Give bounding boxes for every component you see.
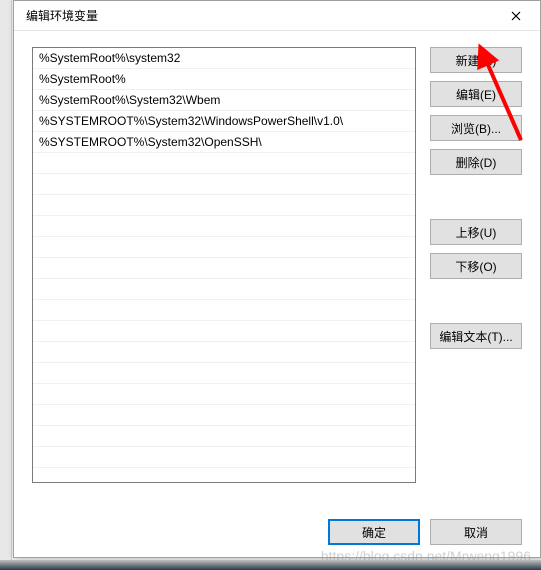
close-icon [511,11,521,21]
list-item[interactable]: %SystemRoot% [33,69,415,90]
path-listbox[interactable]: %SystemRoot%\system32 %SystemRoot% %Syst… [32,47,416,483]
list-item[interactable]: %SYSTEMROOT%\System32\OpenSSH\ [33,132,415,153]
list-item[interactable]: %SYSTEMROOT%\System32\WindowsPowerShell\… [33,111,415,132]
dialog-content: %SystemRoot%\system32 %SystemRoot% %Syst… [14,31,540,557]
list-item-empty[interactable]: . [33,237,415,258]
delete-button[interactable]: 删除(D) [430,149,522,175]
dialog-title: 编辑环境变量 [26,7,98,24]
list-item[interactable]: %SystemRoot%\System32\Wbem [33,90,415,111]
list-item-empty[interactable]: . [33,216,415,237]
list-item-empty[interactable]: . [33,447,415,468]
list-item-empty[interactable]: . [33,279,415,300]
background-panel [0,0,12,570]
list-item-empty[interactable]: . [33,300,415,321]
list-item-empty[interactable]: . [33,405,415,426]
list-item-empty[interactable]: . [33,426,415,447]
spacer [430,183,522,211]
list-item-empty[interactable]: . [33,195,415,216]
list-item[interactable]: %SystemRoot%\system32 [33,48,415,69]
list-item-empty[interactable]: . [33,384,415,405]
list-item-empty[interactable]: . [33,342,415,363]
main-row: %SystemRoot%\system32 %SystemRoot% %Syst… [32,47,522,501]
list-item-empty[interactable]: . [33,321,415,342]
new-button[interactable]: 新建(N) [430,47,522,73]
spacer [430,287,522,315]
cancel-button[interactable]: 取消 [430,519,522,545]
list-item-empty[interactable]: . [33,363,415,384]
titlebar: 编辑环境变量 [14,1,540,31]
bottom-button-row: 确定 取消 [32,501,522,545]
list-item-empty[interactable]: . [33,258,415,279]
edit-button[interactable]: 编辑(E) [430,81,522,107]
side-button-column: 新建(N) 编辑(E) 浏览(B)... 删除(D) 上移(U) 下移(O) 编… [430,47,522,501]
edit-env-dialog: 编辑环境变量 %SystemRoot%\system32 %SystemRoot… [13,0,541,558]
movedown-button[interactable]: 下移(O) [430,253,522,279]
ok-button[interactable]: 确定 [328,519,420,545]
browse-button[interactable]: 浏览(B)... [430,115,522,141]
taskbar-edge [0,560,541,570]
list-item-empty[interactable]: . [33,153,415,174]
list-item-empty[interactable]: . [33,174,415,195]
close-button[interactable] [496,2,536,30]
edittext-button[interactable]: 编辑文本(T)... [430,323,522,349]
moveup-button[interactable]: 上移(U) [430,219,522,245]
